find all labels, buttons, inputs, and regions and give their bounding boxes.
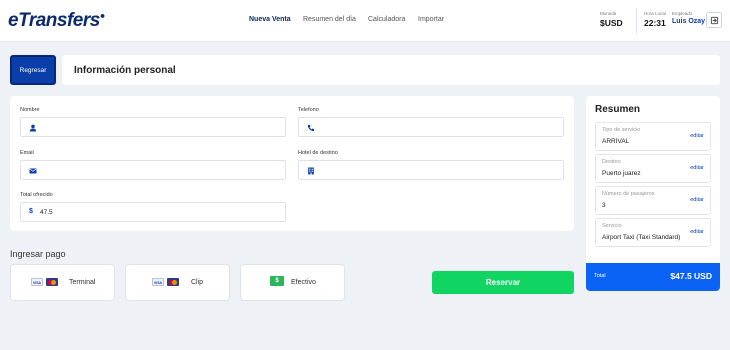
pay-terminal-label: Terminal	[69, 279, 96, 286]
nombre-label: Nombre	[20, 107, 40, 113]
personal-info-form: Nombre Telefono Email Hotel de destino T…	[10, 96, 574, 231]
employee-name: Luis Ozay	[672, 18, 706, 25]
envelope-icon	[28, 166, 37, 175]
divider	[636, 8, 637, 34]
currency-info: Moneda $USD	[600, 11, 623, 28]
email-input[interactable]	[20, 160, 286, 180]
local-time-info: Hora Local 22:31	[644, 11, 666, 28]
summary-total-bar: Total $47.5 USD	[586, 263, 720, 291]
employee-label: Empleado	[672, 11, 693, 16]
section-header: Información personal	[62, 55, 720, 85]
cash-icon: $	[270, 276, 284, 286]
card-brands: VISA	[31, 278, 58, 286]
total-ofrecido-label: Total ofrecido	[20, 192, 53, 198]
employee-info: Empleado Luis Ozay	[672, 11, 705, 25]
user-icon	[28, 123, 37, 132]
summary-item-service: Servicio Airport Taxi (Taxi Standard) ed…	[595, 218, 711, 247]
local-time-value: 22:31	[644, 18, 666, 28]
summary-item-service-type: Tipo de servicio ARRIVAL editar	[595, 122, 711, 151]
currency-value: $USD	[600, 18, 623, 28]
pay-efectivo-label: Efectivo	[291, 279, 316, 286]
visa-icon: VISA	[31, 278, 43, 286]
building-icon	[306, 166, 315, 175]
nav-importar[interactable]: Importar	[418, 16, 444, 23]
etransfers-logo[interactable]: eTransfers●	[8, 10, 105, 32]
dollar-icon: $	[29, 208, 33, 215]
card-brands: VISA	[152, 278, 179, 286]
nombre-input[interactable]	[20, 117, 286, 137]
nav-resumen-del-dia[interactable]: Resumen del día	[303, 16, 356, 23]
logout-button[interactable]	[706, 12, 722, 28]
visa-icon: VISA	[152, 278, 164, 286]
summary-item-passengers: Número de pasajeros 3 editar	[595, 186, 711, 215]
total-label: Total	[594, 273, 606, 279]
mastercard-icon	[46, 278, 58, 286]
telefono-label: Telefono	[298, 107, 319, 113]
edit-service-type-link[interactable]: editar	[690, 133, 704, 139]
page-title: Información personal	[74, 65, 176, 76]
nav-calculadora[interactable]: Calculadora	[368, 16, 405, 23]
edit-passengers-link[interactable]: editar	[690, 197, 704, 203]
nav-nueva-venta[interactable]: Nueva Venta	[249, 16, 291, 23]
pay-terminal-button[interactable]: VISA Terminal	[10, 264, 115, 301]
hotel-input[interactable]	[298, 160, 564, 180]
summary-panel: Resumen Tipo de servicio ARRIVAL editar …	[586, 96, 720, 291]
summary-title: Resumen	[595, 104, 641, 115]
summary-item-destination: Destino Puerto juarez editar	[595, 154, 711, 183]
telefono-input[interactable]	[298, 117, 564, 137]
top-header: eTransfers● Nueva Venta Resumen del día …	[0, 0, 730, 42]
back-button[interactable]: Regresar	[10, 55, 56, 85]
total-value: $47.5 USD	[670, 271, 712, 281]
payment-section-title: Ingresar pago	[10, 249, 66, 259]
local-time-label: Hora Local	[644, 11, 666, 16]
reservar-button[interactable]: Reservar	[432, 271, 574, 294]
pay-clip-button[interactable]: VISA Clip	[125, 264, 230, 301]
edit-service-link[interactable]: editar	[690, 229, 704, 235]
phone-icon	[306, 123, 315, 132]
pay-clip-label: Clip	[191, 279, 204, 286]
total-ofrecido-value: 47.5	[40, 209, 53, 216]
mastercard-icon	[167, 278, 179, 286]
currency-label: Moneda	[600, 11, 617, 16]
edit-destination-link[interactable]: editar	[690, 165, 704, 171]
pay-efectivo-button[interactable]: $ Efectivo	[240, 264, 345, 301]
email-label: Email	[20, 150, 34, 156]
hotel-label: Hotel de destino	[298, 150, 338, 156]
total-ofrecido-input[interactable]: $ 47.5	[20, 202, 286, 222]
logout-icon	[710, 16, 718, 24]
